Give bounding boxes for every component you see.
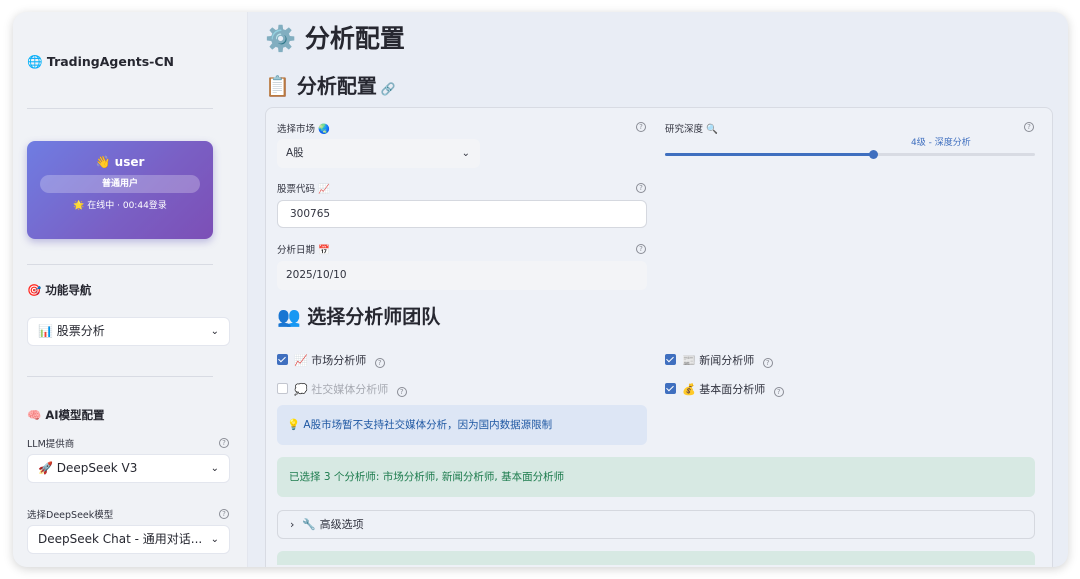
analyst-checkbox-social: 💭 社交媒体分析师 ? <box>277 383 407 397</box>
ai-section-title: 🧠 AI模型配置 <box>27 408 105 422</box>
analyst-label: 📈 市场分析师 <box>294 354 367 367</box>
checkbox-icon <box>665 354 676 365</box>
model-label: 选择DeepSeek模型 <box>27 510 114 521</box>
success-alert-partial <box>277 551 1035 565</box>
analyst-checkbox-market[interactable]: 📈 市场分析师 ? <box>277 354 385 368</box>
checkbox-icon <box>277 354 288 365</box>
divider <box>27 376 213 377</box>
help-icon[interactable]: ? <box>219 509 229 519</box>
help-icon[interactable]: ? <box>773 387 784 397</box>
divider <box>27 264 213 265</box>
nav-select[interactable]: 📊 股票分析 ⌄ <box>27 317 230 346</box>
page-title: ⚙️ 分析配置 <box>265 24 405 53</box>
market-label: 选择市场 🌏 <box>277 124 330 135</box>
link-icon[interactable]: 🔗 <box>381 82 396 96</box>
team-title: 👥 选择分析师团队 <box>277 306 441 328</box>
app-window: 🌐 TradingAgents-CN 👋 user 普通用户 🌟 在线中 · 0… <box>13 12 1068 567</box>
nav-section-title: 🎯 功能导航 <box>27 283 92 297</box>
llm-label: LLM提供商 <box>27 439 75 450</box>
market-select-value: A股 <box>286 147 304 159</box>
user-status: 🌟 在线中 · 00:44登录 <box>73 201 167 211</box>
help-icon[interactable]: ? <box>1024 122 1034 132</box>
market-select[interactable]: A股 ⌄ <box>277 139 480 168</box>
analyst-label: 💭 社交媒体分析师 <box>294 383 389 396</box>
depth-slider-fill <box>665 153 874 156</box>
help-icon[interactable]: ? <box>762 358 773 368</box>
llm-select[interactable]: 🚀 DeepSeek V3 ⌄ <box>27 454 230 483</box>
depth-label: 研究深度 🔍 <box>665 124 718 135</box>
chevron-down-icon: ⌄ <box>461 148 470 159</box>
model-select-value: DeepSeek Chat - 通用对话... <box>38 532 203 546</box>
llm-select-value: 🚀 DeepSeek V3 <box>38 461 138 475</box>
analyst-checkbox-news[interactable]: 📰 新闻分析师 ? <box>665 354 773 368</box>
help-icon[interactable]: ? <box>636 183 646 193</box>
analysis-form: 选择市场 🌏 ? A股 ⌄ 股票代码 📈 ? 300765 分析日期 📅 ? 2… <box>265 107 1053 567</box>
depth-value: 4级 - 深度分析 <box>911 138 971 148</box>
expander-label: 🔧 高级选项 <box>302 518 364 531</box>
depth-slider-thumb[interactable] <box>869 150 879 159</box>
info-alert: 💡 A股市场暂不支持社交媒体分析，因为国内数据源限制 <box>277 405 647 445</box>
chevron-down-icon: ⌄ <box>210 326 219 337</box>
help-icon[interactable]: ? <box>636 244 646 254</box>
analyst-label: 📰 新闻分析师 <box>682 354 755 367</box>
user-name: 👋 user <box>95 155 145 169</box>
chevron-down-icon: ⌄ <box>210 534 219 545</box>
main-content: ⚙️ 分析配置 📋 分析配置 🔗 选择市场 🌏 ? A股 ⌄ 股票代码 📈 ? 3… <box>248 12 1068 567</box>
chevron-down-icon: ⌄ <box>210 463 219 474</box>
sidebar: 🌐 TradingAgents-CN 👋 user 普通用户 🌟 在线中 · 0… <box>13 12 248 567</box>
advanced-options-expander[interactable]: › 🔧 高级选项 <box>277 510 1035 539</box>
user-card: 👋 user 普通用户 🌟 在线中 · 00:44登录 <box>27 141 213 239</box>
user-role-badge: 普通用户 <box>40 175 200 193</box>
code-label: 股票代码 📈 <box>277 184 330 195</box>
stock-code-input[interactable]: 300765 <box>277 200 647 228</box>
date-input[interactable]: 2025/10/10 <box>277 261 647 290</box>
brand-title: 🌐 TradingAgents-CN <box>27 54 174 69</box>
analyst-checkbox-fundamentals[interactable]: 💰 基本面分析师 ? <box>665 383 784 397</box>
divider <box>27 108 213 109</box>
nav-select-value: 📊 股票分析 <box>38 324 105 338</box>
analyst-label: 💰 基本面分析师 <box>682 383 766 396</box>
help-icon[interactable]: ? <box>219 438 229 448</box>
help-icon[interactable]: ? <box>374 358 385 368</box>
help-icon[interactable]: ? <box>636 122 646 132</box>
date-label: 分析日期 📅 <box>277 245 330 256</box>
checkbox-icon <box>665 383 676 394</box>
model-select[interactable]: DeepSeek Chat - 通用对话... ⌄ <box>27 525 230 554</box>
checkbox-icon <box>277 383 288 394</box>
chevron-right-icon: › <box>290 518 295 531</box>
section-title: 📋 分析配置 🔗 <box>265 70 396 99</box>
section-title-text: 📋 分析配置 <box>265 74 377 98</box>
success-alert: 已选择 3 个分析师: 市场分析师, 新闻分析师, 基本面分析师 <box>277 457 1035 497</box>
help-icon[interactable]: ? <box>396 387 407 397</box>
